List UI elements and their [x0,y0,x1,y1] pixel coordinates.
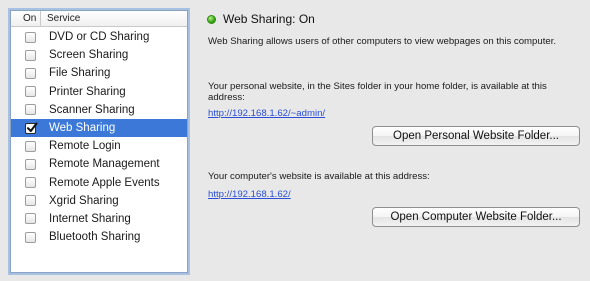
service-description: Web Sharing allows users of other comput… [208,36,557,47]
status-indicator-icon [207,14,216,24]
open-personal-website-folder-button[interactable]: Open Personal Website Folder... [372,126,580,146]
service-checkbox[interactable] [24,104,36,116]
service-label: DVD or CD Sharing [49,31,150,44]
service-row[interactable]: Printer Sharing [11,83,187,101]
column-header-on[interactable]: On [11,11,41,26]
service-list-header: On Service [11,11,187,27]
service-label: File Sharing [49,67,111,80]
checkbox-cell [11,195,49,207]
checkbox-cell [11,104,49,116]
service-label: Screen Sharing [49,49,129,62]
service-checkbox[interactable] [24,49,36,61]
service-row[interactable]: Remote Management [11,155,187,173]
checkmark-icon [26,122,37,132]
service-row[interactable]: Xgrid Sharing [11,192,187,210]
column-header-service[interactable]: Service [41,11,80,26]
service-label: Printer Sharing [49,85,126,98]
service-row[interactable]: DVD or CD Sharing [11,28,187,46]
checkbox-cell [11,86,49,98]
service-label: Scanner Sharing [49,103,135,116]
computer-website-text: Your computer's website is available at … [208,171,430,182]
service-label: Remote Apple Events [49,176,160,189]
status-text: Web Sharing: On [223,12,315,26]
checkbox-cell [11,49,49,61]
service-checkbox[interactable] [24,67,36,79]
service-row[interactable]: Remote Apple Events [11,174,187,192]
service-checkbox[interactable] [24,158,36,170]
service-label: Internet Sharing [49,212,131,225]
service-label: Xgrid Sharing [49,194,119,207]
service-list-body: DVD or CD Sharing Screen Sharing File Shar… [11,27,187,246]
service-row[interactable]: Bluetooth Sharing [11,228,187,246]
checkbox-cell [11,140,49,152]
service-checkbox[interactable] [24,177,36,189]
checkbox-cell [11,177,49,189]
personal-website-text: Your personal website, in the Sites fold… [208,81,547,103]
service-checkbox[interactable] [24,231,36,243]
service-checkbox[interactable] [24,213,36,225]
service-checkbox[interactable] [24,122,37,134]
checkbox-cell [11,213,49,225]
service-row[interactable]: File Sharing [11,64,187,82]
service-row[interactable]: Screen Sharing [11,46,187,64]
service-label: Bluetooth Sharing [49,231,141,244]
checkbox-cell [11,231,49,243]
checkbox-cell [11,67,49,79]
service-row[interactable]: Remote Login [11,137,187,155]
service-row[interactable]: Internet Sharing [11,210,187,228]
checkbox-cell [11,122,49,134]
service-checkbox[interactable] [24,140,36,152]
status-row: Web Sharing: On [207,12,315,26]
computer-website-link[interactable]: http://192.168.1.62/ [208,189,291,200]
service-checkbox[interactable] [24,195,36,207]
service-checkbox[interactable] [24,86,36,98]
service-list[interactable]: On Service DVD or CD Sharing Screen Shari… [10,10,188,273]
personal-website-link[interactable]: http://192.168.1.62/~admin/ [208,108,325,119]
service-label: Remote Management [49,158,160,171]
service-label: Remote Login [49,140,121,153]
service-label: Web Sharing [49,122,116,135]
checkbox-cell [11,158,49,170]
open-computer-website-folder-button[interactable]: Open Computer Website Folder... [372,207,580,227]
checkbox-cell [11,31,49,43]
service-row[interactable]: Web Sharing [11,118,187,138]
service-row[interactable]: Scanner Sharing [11,101,187,119]
service-checkbox[interactable] [24,31,36,43]
